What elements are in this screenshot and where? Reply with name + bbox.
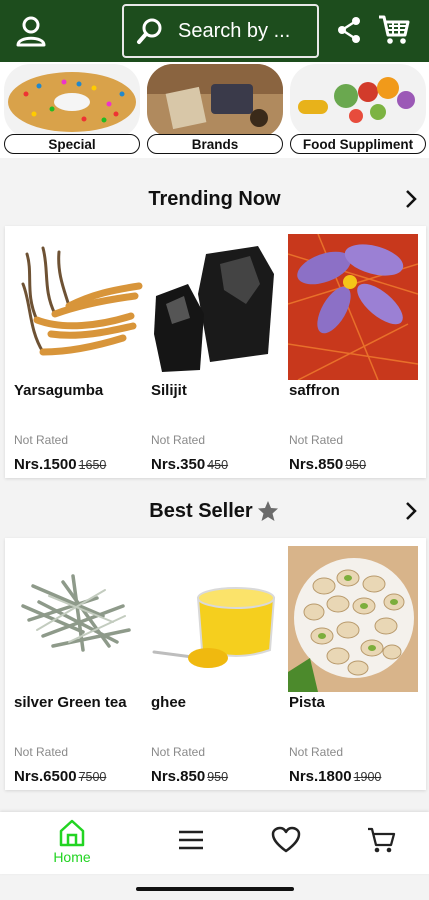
category-label: Special [4, 134, 140, 154]
product-name: Pista [289, 694, 325, 711]
product-name: saffron [289, 382, 340, 399]
yarsagumba-image [13, 234, 143, 380]
product-price: Nrs.850 950 [151, 768, 228, 785]
cart-icon [379, 15, 410, 44]
product-name: Yarsagumba [14, 382, 104, 399]
chevron-right-icon [406, 502, 417, 520]
silijit-image [150, 234, 280, 380]
nav-cart[interactable] [351, 826, 411, 878]
share-icon [338, 17, 360, 43]
trending-see-all-button[interactable] [399, 186, 423, 212]
trending-header: Trending Now [0, 176, 429, 222]
current-price: Nrs.1500 [14, 456, 77, 473]
product-price: Nrs.1800 1900 [289, 768, 381, 785]
product-rating: Not Rated [151, 433, 206, 447]
current-price: Nrs.850 [289, 456, 344, 473]
cart-button[interactable] [376, 12, 412, 48]
old-price: 450 [207, 458, 229, 472]
product-rating: Not Rated [14, 745, 69, 759]
product-price: Nrs.350 450 [151, 456, 228, 473]
product-name: ghee [151, 694, 187, 711]
product-name: silver Green tea [14, 694, 127, 711]
section-title: Trending Now [148, 187, 281, 210]
nav-wishlist[interactable] [256, 826, 316, 878]
category-special[interactable]: Special [4, 64, 140, 156]
old-price: 1650 [78, 458, 107, 472]
food-suppliment-image [290, 64, 426, 138]
product-price: Nrs.1500 1650 [14, 456, 106, 473]
product-rating: Not Rated [151, 745, 206, 759]
product-rating: Not Rated [14, 433, 69, 447]
trending-section: Yarsagumba Not Rated Nrs.1500 1650 Siliji… [5, 226, 426, 478]
search-icon [137, 18, 162, 44]
menu-icon [179, 830, 203, 850]
old-price: 950 [345, 458, 367, 472]
nav-home[interactable]: Home [42, 818, 102, 870]
current-price: Nrs.850 [151, 768, 206, 785]
user-icon [16, 16, 46, 47]
top-app-bar: Search by ... [0, 0, 429, 62]
silver-green-tea-image [13, 546, 143, 692]
product-rating: Not Rated [289, 745, 344, 759]
special-image [4, 64, 140, 138]
product-price: Nrs.850 950 [289, 456, 366, 473]
current-price: Nrs.6500 [14, 768, 77, 785]
category-food-suppliment[interactable]: Food Suppliment [290, 64, 426, 156]
old-price: 950 [207, 770, 229, 784]
search-bar[interactable]: Search by ... [122, 4, 319, 58]
search-placeholder: Search by ... [178, 19, 291, 42]
bestseller-section: silver Green tea Not Rated Nrs.6500 7500 … [5, 538, 426, 790]
brands-image [147, 64, 283, 138]
product-price: Nrs.6500 7500 [14, 768, 106, 785]
home-indicator [136, 887, 294, 891]
ghee-image [150, 546, 280, 692]
saffron-image [288, 234, 418, 380]
bestseller-header: Best Seller [0, 488, 429, 534]
current-price: Nrs.1800 [289, 768, 352, 785]
bottom-navigation: Home [0, 812, 429, 874]
old-price: 7500 [78, 770, 107, 784]
star-icon [257, 501, 278, 521]
section-title: Best Seller [149, 499, 253, 522]
product-name: Silijit [151, 382, 187, 399]
product-rating: Not Rated [289, 433, 344, 447]
bestseller-see-all-button[interactable] [399, 498, 423, 524]
pista-image [288, 546, 418, 692]
category-strip: Special Brands Food Suppliment [0, 62, 429, 158]
share-button[interactable] [334, 14, 364, 46]
chevron-right-icon [406, 190, 417, 208]
old-price: 1900 [353, 770, 382, 784]
heart-icon [271, 826, 301, 853]
category-label: Food Suppliment [290, 134, 426, 154]
category-brands[interactable]: Brands [147, 64, 283, 156]
cart-icon [368, 827, 396, 853]
profile-button[interactable] [12, 12, 50, 50]
category-label: Brands [147, 134, 283, 154]
current-price: Nrs.350 [151, 456, 206, 473]
home-icon [59, 819, 85, 847]
nav-menu[interactable] [161, 828, 221, 880]
nav-home-label: Home [53, 849, 91, 865]
